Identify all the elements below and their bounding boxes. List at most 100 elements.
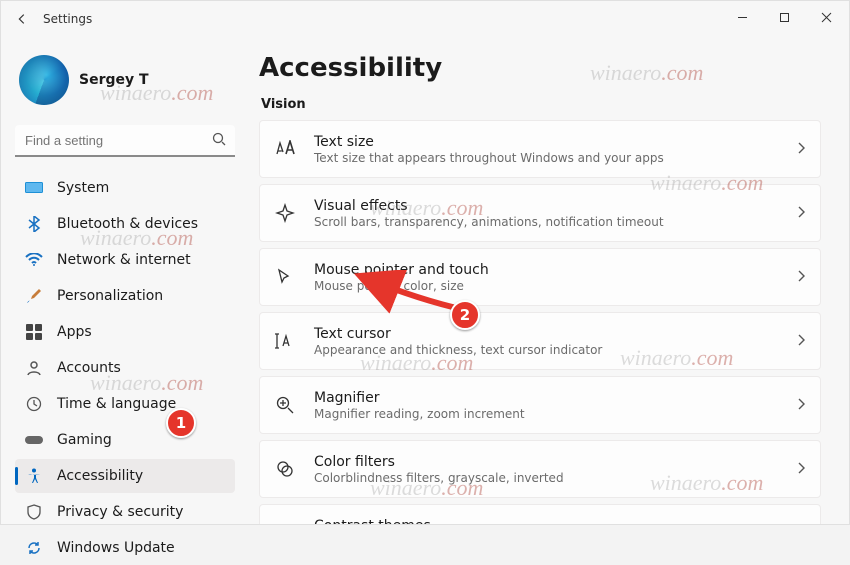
card-title: Magnifier — [314, 390, 778, 406]
sidebar-item-time[interactable]: Time & language — [15, 387, 235, 421]
system-icon — [25, 179, 43, 197]
sidebar-item-label: Time & language — [57, 396, 176, 412]
card-text-size[interactable]: Text size Text size that appears through… — [259, 120, 821, 178]
maximize-icon — [779, 12, 790, 23]
magnifier-plus-icon — [274, 394, 296, 416]
search-icon — [211, 131, 227, 151]
card-subtitle: Text size that appears throughout Window… — [314, 151, 778, 165]
text-size-icon — [274, 138, 296, 160]
text-cursor-icon — [274, 330, 296, 352]
chevron-right-icon — [796, 524, 806, 525]
minimize-button[interactable] — [721, 3, 763, 31]
search-box — [15, 125, 235, 157]
content-area[interactable]: Accessibility Vision Text size Text size… — [249, 37, 849, 524]
chevron-right-icon — [796, 460, 806, 479]
card-text-cursor[interactable]: Text cursor Appearance and thickness, te… — [259, 312, 821, 370]
card-subtitle: Scroll bars, transparency, animations, n… — [314, 215, 778, 229]
card-text: Mouse pointer and touch Mouse pointer co… — [314, 262, 778, 293]
sparkle-icon — [274, 202, 296, 224]
sidebar-item-label: Accessibility — [57, 468, 143, 484]
arrow-left-icon — [15, 12, 29, 26]
sidebar-item-label: Windows Update — [57, 540, 175, 556]
card-color-filters[interactable]: Color filters Colorblindness filters, gr… — [259, 440, 821, 498]
sidebar-item-bluetooth[interactable]: Bluetooth & devices — [15, 207, 235, 241]
chevron-right-icon — [796, 332, 806, 351]
card-title: Text size — [314, 134, 778, 150]
sidebar-item-label: Network & internet — [57, 252, 191, 268]
annotation-badge-1: 1 — [166, 408, 196, 438]
paintbrush-icon — [25, 287, 43, 305]
card-text: Visual effects Scroll bars, transparency… — [314, 198, 778, 229]
chevron-right-icon — [796, 140, 806, 159]
chevron-right-icon — [796, 396, 806, 415]
clock-globe-icon — [25, 395, 43, 413]
close-icon — [821, 12, 832, 23]
wifi-icon — [25, 251, 43, 269]
apps-icon — [25, 323, 43, 341]
sidebar-item-apps[interactable]: Apps — [15, 315, 235, 349]
sidebar-item-label: Privacy & security — [57, 504, 183, 520]
sidebar-item-label: Bluetooth & devices — [57, 216, 198, 232]
sidebar: Sergey T System — [1, 37, 249, 524]
bluetooth-icon — [25, 215, 43, 233]
sidebar-nav: System Bluetooth & devices Network & int… — [15, 171, 235, 565]
sidebar-item-label: Gaming — [57, 432, 112, 448]
card-subtitle: Colorblindness filters, grayscale, inver… — [314, 471, 778, 485]
sidebar-item-label: System — [57, 180, 109, 196]
app-title: Settings — [43, 12, 92, 26]
close-button[interactable] — [805, 3, 847, 31]
avatar — [19, 55, 69, 105]
color-filters-icon — [274, 458, 296, 480]
card-title: Mouse pointer and touch — [314, 262, 778, 278]
section-label: Vision — [261, 97, 821, 112]
shield-icon — [25, 503, 43, 521]
gamepad-icon — [25, 431, 43, 449]
titlebar: Settings — [1, 1, 849, 37]
body: Sergey T System — [1, 37, 849, 524]
card-subtitle: Mouse pointer color, size — [314, 279, 778, 293]
card-text: Magnifier Magnifier reading, zoom increm… — [314, 390, 778, 421]
chevron-right-icon — [796, 204, 806, 223]
back-button[interactable] — [5, 3, 39, 35]
page-title: Accessibility — [259, 53, 821, 83]
account-name: Sergey T — [79, 72, 149, 88]
sidebar-item-accessibility[interactable]: Accessibility — [15, 459, 235, 493]
cursor-icon — [274, 266, 296, 288]
sidebar-item-label: Accounts — [57, 360, 121, 376]
card-mouse-pointer[interactable]: Mouse pointer and touch Mouse pointer co… — [259, 248, 821, 306]
card-text: Text size Text size that appears through… — [314, 134, 778, 165]
card-text: Color filters Colorblindness filters, gr… — [314, 454, 778, 485]
sidebar-item-privacy[interactable]: Privacy & security — [15, 495, 235, 529]
card-contrast-themes[interactable]: Contrast themes Color themes for low vis… — [259, 504, 821, 524]
sidebar-item-accounts[interactable]: Accounts — [15, 351, 235, 385]
card-title: Color filters — [314, 454, 778, 470]
card-subtitle: Appearance and thickness, text cursor in… — [314, 343, 778, 357]
maximize-button[interactable] — [763, 3, 805, 31]
contrast-icon — [274, 522, 296, 524]
sidebar-item-network[interactable]: Network & internet — [15, 243, 235, 277]
card-visual-effects[interactable]: Visual effects Scroll bars, transparency… — [259, 184, 821, 242]
sidebar-item-system[interactable]: System — [15, 171, 235, 205]
sidebar-item-label: Apps — [57, 324, 92, 340]
card-text: Text cursor Appearance and thickness, te… — [314, 326, 778, 357]
card-magnifier[interactable]: Magnifier Magnifier reading, zoom increm… — [259, 376, 821, 434]
search-input[interactable] — [15, 125, 235, 157]
window-controls — [721, 3, 847, 31]
accessibility-icon — [25, 467, 43, 485]
card-title: Contrast themes — [314, 518, 778, 525]
settings-window: Settings Sergey T — [0, 0, 850, 525]
sidebar-item-personalization[interactable]: Personalization — [15, 279, 235, 313]
account-block[interactable]: Sergey T — [15, 47, 235, 119]
card-title: Text cursor — [314, 326, 778, 342]
card-subtitle: Magnifier reading, zoom increment — [314, 407, 778, 421]
card-title: Visual effects — [314, 198, 778, 214]
annotation-badge-2: 2 — [450, 300, 480, 330]
sidebar-item-label: Personalization — [57, 288, 163, 304]
person-icon — [25, 359, 43, 377]
minimize-icon — [737, 12, 748, 23]
sidebar-item-gaming[interactable]: Gaming — [15, 423, 235, 457]
update-icon — [25, 539, 43, 557]
card-text: Contrast themes Color themes for low vis… — [314, 518, 778, 525]
sidebar-item-update[interactable]: Windows Update — [15, 531, 235, 565]
chevron-right-icon — [796, 268, 806, 287]
